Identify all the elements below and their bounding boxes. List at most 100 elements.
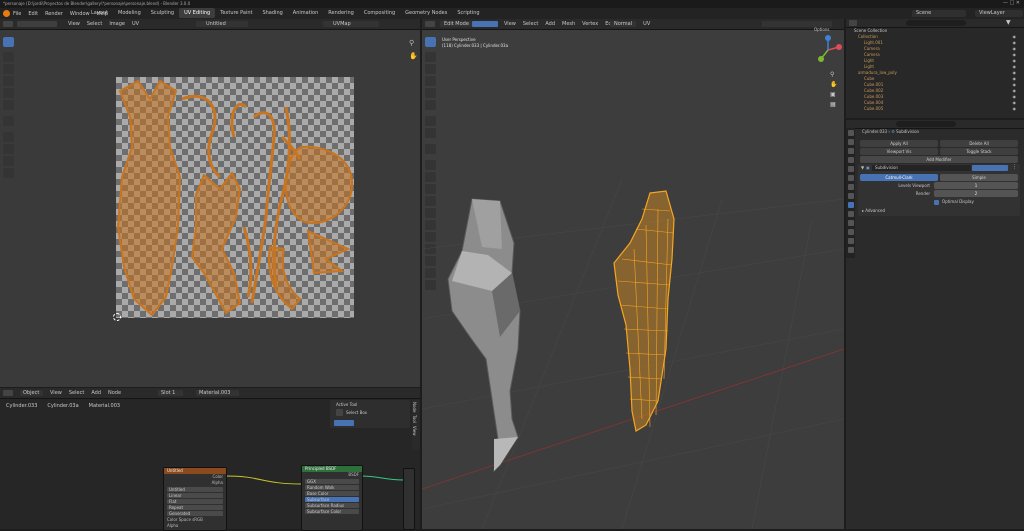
optimal-display-checkbox[interactable] xyxy=(934,200,939,205)
properties-editor[interactable]: Cylinder.033 › ⚙ Subdivision Apply All D… xyxy=(846,120,1024,529)
shader-editor[interactable]: Object View Select Add Node Slot 1 Material… xyxy=(0,388,420,531)
outliner[interactable]: ▼ Scene Collection Collection ◉ Light.001 ◉ C… xyxy=(846,19,1024,118)
menu-render[interactable]: Render xyxy=(45,11,63,17)
search-input[interactable] xyxy=(906,20,966,26)
color-space-value: sRGB xyxy=(192,517,203,522)
image-texture-node[interactable]: Untitled Color Alpha Untitled Linear Fla… xyxy=(163,467,227,531)
editor-type-icon[interactable] xyxy=(849,20,857,26)
base-color-input[interactable]: Base Color xyxy=(305,491,359,496)
output-properties-icon[interactable] xyxy=(848,148,854,154)
tab-compositing[interactable]: Compositing xyxy=(359,8,400,18)
material-properties-icon[interactable] xyxy=(848,247,854,253)
tab-layout[interactable]: Layout xyxy=(86,8,113,18)
filter-icon[interactable]: ▼ xyxy=(1006,19,1011,26)
levels-viewport-field[interactable]: 1 xyxy=(934,182,1018,189)
simple-button[interactable]: Simple xyxy=(940,174,1018,181)
uv-menu-uv[interactable]: UV xyxy=(132,21,139,27)
transform-tool-icon[interactable] xyxy=(3,100,14,110)
image-field[interactable]: Untitled xyxy=(167,487,223,492)
tab-animation[interactable]: Animation xyxy=(288,8,324,18)
window-controls[interactable]: — □ ✕ xyxy=(1003,0,1020,6)
grab-tool-icon[interactable] xyxy=(3,132,14,142)
projection-field[interactable]: Flat xyxy=(167,499,223,504)
tab-scripting[interactable]: Scripting xyxy=(452,8,484,18)
rip-tool-icon[interactable] xyxy=(3,168,14,178)
particles-properties-icon[interactable] xyxy=(848,211,854,217)
select-tool-icon[interactable] xyxy=(3,37,14,47)
2d-cursor[interactable] xyxy=(113,313,121,321)
tab-rendering[interactable]: Rendering xyxy=(323,8,359,18)
uv-menu-image[interactable]: Image xyxy=(109,21,125,27)
select-mode-icons[interactable] xyxy=(17,21,57,27)
visibility-eye-icon[interactable]: ◉ xyxy=(1013,106,1017,112)
image-selector[interactable]: Untitled xyxy=(196,21,248,27)
modifier-name-field[interactable]: Subdivision xyxy=(872,165,971,171)
outliner-item-label: Camera xyxy=(864,46,880,51)
tab-shading[interactable]: Shading xyxy=(257,8,287,18)
material-output-node[interactable] xyxy=(403,468,415,530)
outliner-item[interactable]: Cube.005 ◉ xyxy=(846,106,1024,112)
modifier-toggles[interactable] xyxy=(972,165,1008,171)
delete-all-button[interactable]: Delete All xyxy=(940,140,1018,147)
principled-bsdf-node[interactable]: Principled BSDF BSDF GGX Random Walk Bas… xyxy=(301,465,363,531)
extension-field[interactable]: Repeat xyxy=(167,505,223,510)
uv-image-canvas[interactable] xyxy=(116,77,354,318)
subsurface-color-input[interactable]: Subsurface Color xyxy=(305,509,359,514)
bsdf-output[interactable]: BSDF xyxy=(302,472,362,478)
world-properties-icon[interactable] xyxy=(848,175,854,181)
3d-viewport[interactable]: Edit Mode ViewSelectAddMeshVertexEdgeFac… xyxy=(422,19,844,529)
viewport-vis-button[interactable]: Viewport Vis xyxy=(860,148,938,155)
selected-armor-mesh xyxy=(613,190,675,432)
uv-menu-select[interactable]: Select xyxy=(87,21,102,27)
cursor-tool-icon[interactable] xyxy=(3,52,14,62)
menu-edit[interactable]: Edit xyxy=(28,11,38,17)
render-levels-field[interactable]: 2 xyxy=(934,190,1018,197)
relax-tool-icon[interactable] xyxy=(3,144,14,154)
modifier-properties-icon[interactable] xyxy=(848,202,854,208)
uv-menu-view[interactable]: View xyxy=(68,21,80,27)
source-field[interactable]: Generated xyxy=(167,511,223,516)
blender-logo-icon[interactable] xyxy=(3,10,10,17)
search-input[interactable] xyxy=(896,121,956,127)
subsurface-input[interactable]: Subsurface xyxy=(305,497,359,502)
view-layer-properties-icon[interactable] xyxy=(848,157,854,163)
tab-modeling[interactable]: Modeling xyxy=(113,8,146,18)
interpolation-field[interactable]: Linear xyxy=(167,493,223,498)
rotate-tool-icon[interactable] xyxy=(3,76,14,86)
tab-sculpting[interactable]: Sculpting xyxy=(146,8,179,18)
menu-file[interactable]: File xyxy=(13,11,21,17)
view-layer-selector[interactable]: ViewLayer xyxy=(975,10,1023,17)
tab-geometry-nodes[interactable]: Geometry Nodes xyxy=(400,8,452,18)
alpha-output[interactable]: Alpha xyxy=(164,480,226,486)
distribution-field[interactable]: GGX xyxy=(305,479,359,484)
apply-all-button[interactable]: Apply All xyxy=(860,140,938,147)
add-modifier-button[interactable]: Add Modifier xyxy=(860,156,1018,163)
uv-map-selector[interactable]: UVMap xyxy=(323,21,379,27)
physics-properties-icon[interactable] xyxy=(848,220,854,226)
subsurface-radius-input[interactable]: Subsurface Radius xyxy=(305,503,359,508)
editor-type-icon[interactable] xyxy=(3,21,13,27)
data-properties-icon[interactable] xyxy=(848,238,854,244)
scale-tool-icon[interactable] xyxy=(3,88,14,98)
hand-icon[interactable]: ✋ xyxy=(409,52,418,60)
scene-selector[interactable]: Scene xyxy=(912,10,966,17)
tab-texture-paint[interactable]: Texture Paint xyxy=(215,8,257,18)
constraints-properties-icon[interactable] xyxy=(848,229,854,235)
toggle-stack-button[interactable]: Toggle Stack xyxy=(940,148,1018,155)
collection-properties-icon[interactable] xyxy=(848,184,854,190)
render-properties-icon[interactable] xyxy=(848,139,854,145)
scene-properties-icon[interactable] xyxy=(848,166,854,172)
annotate-tool-icon[interactable] xyxy=(3,116,14,126)
tab-uv-editing[interactable]: UV Editing xyxy=(179,8,216,18)
object-properties-icon[interactable] xyxy=(848,193,854,199)
tool-properties-icon[interactable] xyxy=(848,130,854,136)
pinch-tool-icon[interactable] xyxy=(3,156,14,166)
move-tool-icon[interactable] xyxy=(3,64,14,74)
uv-editor[interactable]: View Select Image UV Untitled UVMap ⚲ ✋ xyxy=(0,19,420,387)
advanced-panel-toggle[interactable]: ▸ Advanced xyxy=(862,208,885,213)
modifier-dropdown-icon[interactable]: ⋮ xyxy=(1012,164,1017,170)
subsurface-method-field[interactable]: Random Walk xyxy=(305,485,359,490)
zoom-icon[interactable]: ⚲ xyxy=(409,39,414,47)
catmull-clark-button[interactable]: Catmull-Clark xyxy=(860,174,938,181)
collapse-icon[interactable]: ▼ xyxy=(861,165,864,170)
